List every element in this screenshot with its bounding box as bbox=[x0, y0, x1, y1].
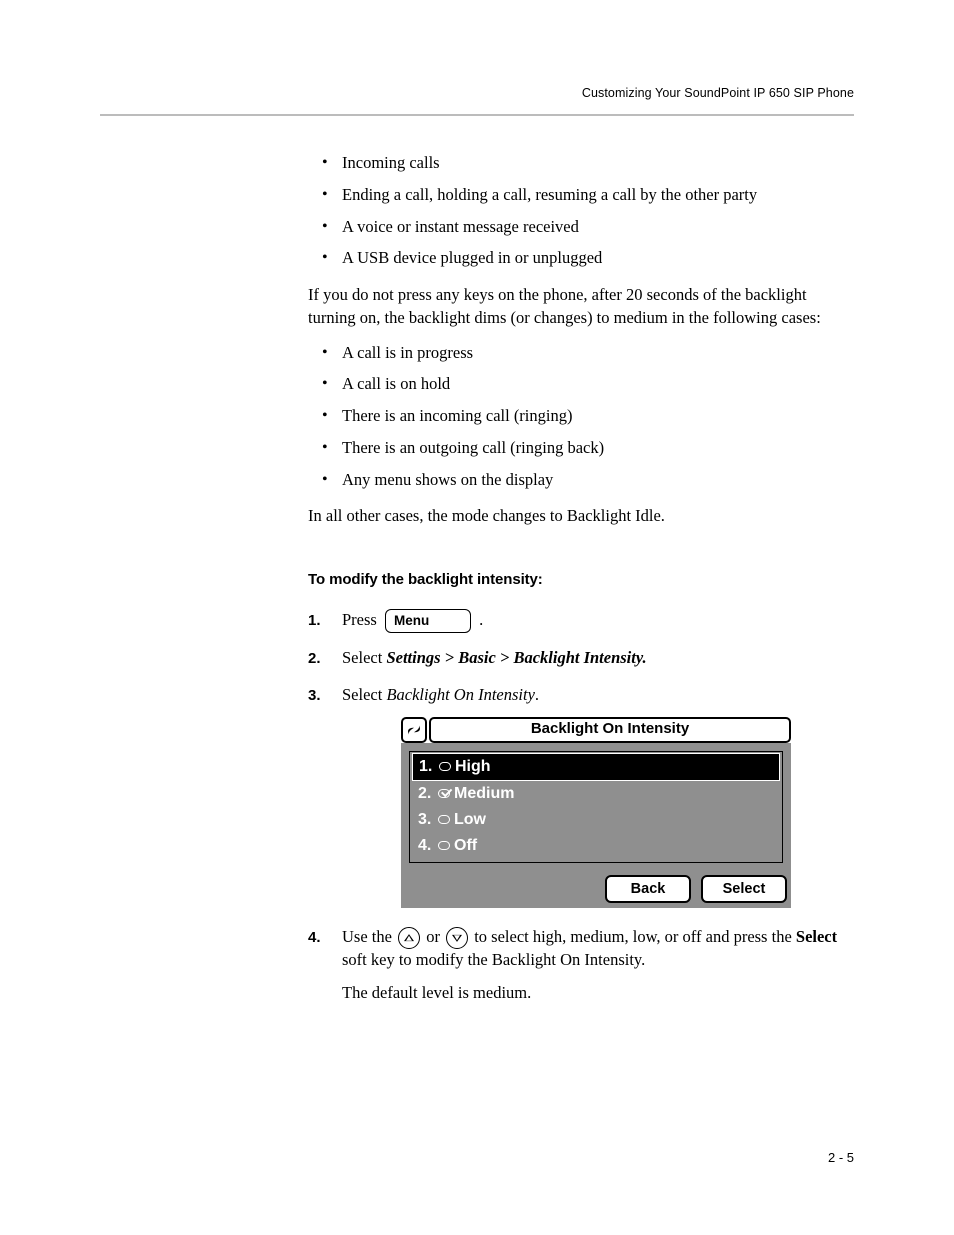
numbered-steps: 1. Press Menu . 2. Select Settings > Bas… bbox=[308, 609, 850, 1005]
radio-unchecked-icon bbox=[438, 841, 450, 850]
step-text: Select bbox=[342, 685, 386, 704]
list-item-text: Ending a call, holding a call, resuming … bbox=[342, 185, 757, 204]
phone-screenshot: Backlight On Intensity 1. High 2. bbox=[401, 717, 791, 908]
menu-option-label: High bbox=[455, 756, 491, 778]
list-item: A call is on hold bbox=[308, 373, 850, 396]
list-item-text: There is an outgoing call (ringing back) bbox=[342, 438, 604, 457]
menu-option-high[interactable]: 1. High bbox=[412, 753, 780, 781]
list-item: There is an incoming call (ringing) bbox=[308, 405, 850, 428]
list-item: Any menu shows on the display bbox=[308, 469, 850, 492]
list-item-text: A USB device plugged in or unplugged bbox=[342, 248, 602, 267]
step-4: 4. Use the or to select high, medium, lo… bbox=[308, 926, 850, 1005]
list-item-text: Any menu shows on the display bbox=[342, 470, 553, 489]
list-item-text: There is an incoming call (ringing) bbox=[342, 406, 572, 425]
step-1: 1. Press Menu . bbox=[308, 609, 850, 633]
step-text: to select high, medium, low, or off and … bbox=[474, 927, 796, 946]
list-item: A call is in progress bbox=[308, 342, 850, 365]
menu-option-medium[interactable]: 2. Medium bbox=[412, 781, 780, 807]
menu-option-index: 4. bbox=[418, 835, 434, 857]
step-text: Select bbox=[342, 648, 386, 667]
step-3: 3. Select Backlight On Intensity. Backli… bbox=[308, 684, 850, 908]
bullet-list-cases: A call is in progress A call is on hold … bbox=[308, 342, 850, 492]
paragraph: In all other cases, the mode changes to … bbox=[308, 505, 850, 528]
step-number: 2. bbox=[308, 649, 321, 670]
radio-unchecked-icon bbox=[438, 815, 450, 824]
phone-softkey-bar: Back Select bbox=[401, 869, 791, 908]
bullet-list-top: Incoming calls Ending a call, holding a … bbox=[308, 152, 850, 270]
list-item-text: A voice or instant message received bbox=[342, 217, 579, 236]
section-heading: To modify the backlight intensity: bbox=[308, 570, 850, 591]
arrow-down-key-icon[interactable] bbox=[446, 927, 468, 949]
phone-titlebar: Backlight On Intensity bbox=[401, 717, 791, 743]
header-rule bbox=[100, 114, 854, 116]
phone-body: 1. High 2. Medium 3. bbox=[401, 743, 791, 869]
step-body: Use the or to select high, medium, low, … bbox=[342, 927, 837, 969]
list-item: A USB device plugged in or unplugged bbox=[308, 247, 850, 270]
step-sub-paragraph: The default level is medium. bbox=[342, 982, 850, 1005]
list-item: There is an outgoing call (ringing back) bbox=[308, 437, 850, 460]
step-number: 3. bbox=[308, 686, 321, 707]
phone-screen-title: Backlight On Intensity bbox=[429, 717, 791, 743]
menu-option-off[interactable]: 4. Off bbox=[412, 833, 780, 859]
step-text: soft key to modify the Backlight On Inte… bbox=[342, 950, 645, 969]
step-number: 1. bbox=[308, 611, 321, 632]
menu-item-name: Backlight On Intensity bbox=[386, 685, 534, 704]
menu-hard-key[interactable]: Menu bbox=[385, 609, 471, 633]
step-body: Select Settings > Basic > Backlight Inte… bbox=[342, 648, 647, 667]
radio-checked-icon bbox=[438, 789, 450, 798]
menu-option-low[interactable]: 3. Low bbox=[412, 807, 780, 833]
list-item: A voice or instant message received bbox=[308, 216, 850, 239]
page-number: 2 - 5 bbox=[828, 1150, 854, 1165]
step-text: . bbox=[535, 685, 539, 704]
document-page: Customizing Your SoundPoint IP 650 SIP P… bbox=[0, 0, 954, 1235]
paragraph: If you do not press any keys on the phon… bbox=[308, 284, 850, 330]
step-2: 2. Select Settings > Basic > Backlight I… bbox=[308, 647, 850, 670]
softkey-name: Select bbox=[796, 927, 837, 946]
arrow-up-key-icon[interactable] bbox=[398, 927, 420, 949]
menu-option-label: Off bbox=[454, 835, 477, 857]
step-body: Select Backlight On Intensity. bbox=[342, 685, 539, 704]
list-item-text: A call is in progress bbox=[342, 343, 473, 362]
back-softkey[interactable]: Back bbox=[605, 875, 691, 903]
menu-path: Settings > Basic > Backlight Intensity. bbox=[386, 648, 646, 667]
list-item-text: Incoming calls bbox=[342, 153, 440, 172]
menu-option-label: Medium bbox=[454, 783, 514, 805]
step-text: Press bbox=[342, 610, 381, 629]
step-text: Use the bbox=[342, 927, 396, 946]
step-number: 4. bbox=[308, 928, 321, 949]
menu-option-index: 1. bbox=[419, 756, 435, 778]
radio-unchecked-icon bbox=[439, 762, 451, 771]
running-header: Customizing Your SoundPoint IP 650 SIP P… bbox=[100, 86, 854, 100]
list-item-text: A call is on hold bbox=[342, 374, 450, 393]
list-item: Incoming calls bbox=[308, 152, 850, 175]
phone-menu-list: 1. High 2. Medium 3. bbox=[409, 751, 783, 863]
menu-option-index: 3. bbox=[418, 809, 434, 831]
step-text: . bbox=[479, 610, 483, 629]
menu-option-index: 2. bbox=[418, 783, 434, 805]
menu-option-label: Low bbox=[454, 809, 486, 831]
phone-logo-icon bbox=[401, 717, 427, 743]
step-text: or bbox=[426, 927, 444, 946]
select-softkey[interactable]: Select bbox=[701, 875, 787, 903]
list-item: Ending a call, holding a call, resuming … bbox=[308, 184, 850, 207]
body-content: Incoming calls Ending a call, holding a … bbox=[308, 152, 850, 1005]
step-body: Press Menu . bbox=[342, 610, 483, 629]
